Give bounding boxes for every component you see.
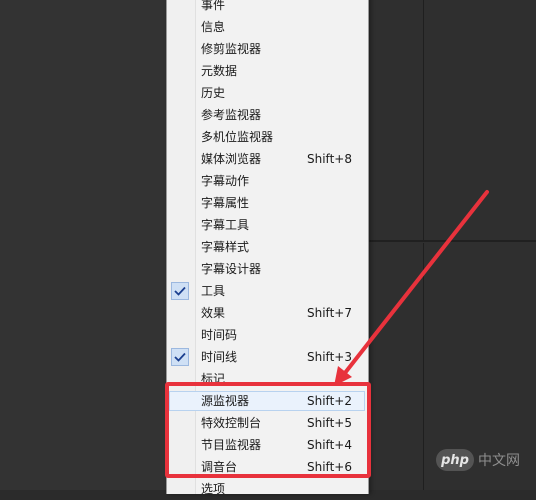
watermark-text: 中文网 (478, 453, 520, 469)
watermark-badge: php (436, 449, 474, 471)
watermark: php 中文网 (436, 445, 532, 475)
annotation-arrow (334, 190, 489, 386)
